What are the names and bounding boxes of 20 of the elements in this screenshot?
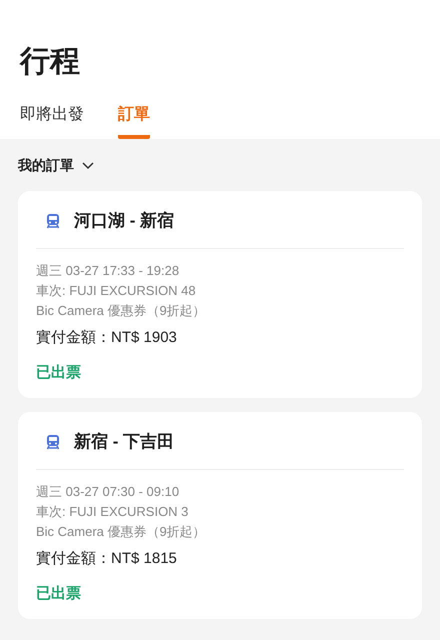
train-number: 車次: FUJI EXCURSION 48 xyxy=(36,282,197,300)
train-number: 車次: FUJI EXCURSION 3 xyxy=(36,503,190,521)
ticket-status: 已出票 xyxy=(36,584,82,603)
coupon-text: Bic Camera 優惠券（9折起） xyxy=(36,523,207,541)
train-icon xyxy=(46,434,60,450)
train-icon xyxy=(46,212,60,228)
price-text: 實付金額：NT$ 1903 xyxy=(36,328,178,348)
price-text: 實付金額：NT$ 1815 xyxy=(36,549,178,569)
order-card[interactable]: 河口湖 - 新宿 週三 03-27 17:33 - 19:28 車次: FUJI EXCURSION 48 Bic Camera 優惠券（9折起） 實付金額：NT$ 1903 已出票 xyxy=(18,191,422,398)
schedule-text: 週三 03-27 07:30 - 09:10 xyxy=(36,483,180,501)
route-title: 河口湖 - 新宿 xyxy=(74,210,174,232)
coupon-text: Bic Camera 優惠券（9折起） xyxy=(36,302,207,320)
order-card[interactable]: 新宿 - 下吉田 週三 03-27 07:30 - 09:10 車次: FUJI EXCURSION 3 Bic Camera 優惠券（9折起） 實付金額：NT$ 1815 已出票 xyxy=(18,412,422,619)
order-filter-dropdown[interactable]: 我的訂單 xyxy=(18,157,94,175)
tab[interactable]: 即將出發 xyxy=(20,104,84,139)
schedule-text: 週三 03-27 17:33 - 19:28 xyxy=(36,262,180,280)
route-title: 新宿 - 下吉田 xyxy=(74,431,174,453)
page-title: 行程 xyxy=(20,44,81,80)
chevron-down-icon xyxy=(82,162,94,170)
ticket-status: 已出票 xyxy=(36,363,82,382)
